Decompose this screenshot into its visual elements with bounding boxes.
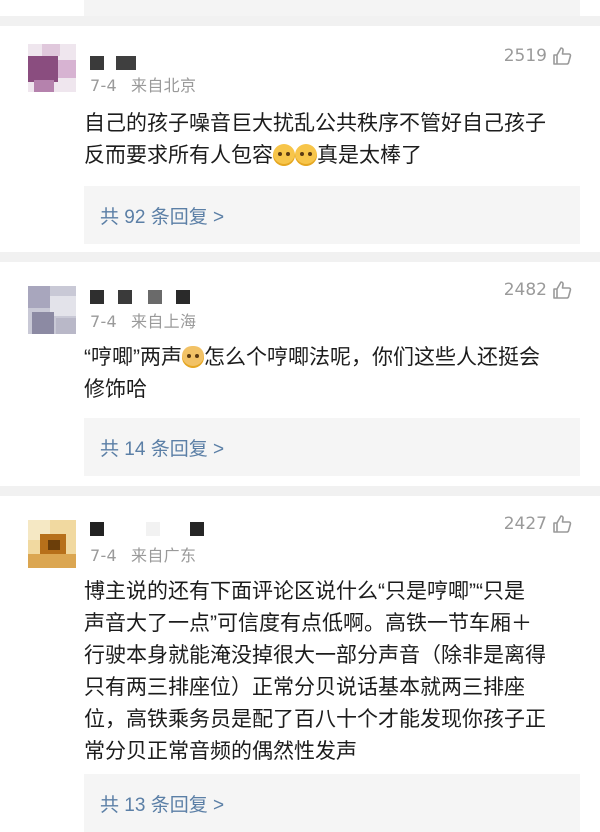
comment-line: “哼唧”两声 怎么个哼唧法呢，你们这些人还挺会 <box>84 342 584 374</box>
view-replies-link[interactable]: 共 14 条回复 > <box>100 434 224 461</box>
comment-text: “哼唧”两声 怎么个哼唧法呢，你们这些人还挺会 修饰哈 <box>84 342 584 406</box>
comment-date: 7-4 <box>90 76 118 95</box>
view-replies-link[interactable]: 共 92 条回复 > <box>100 202 224 229</box>
comment-divider <box>0 16 600 26</box>
like-count: 2482 <box>503 280 547 300</box>
doge-emoji-icon <box>182 346 204 368</box>
comment-text: 自己的孩子噪音巨大扰乱公共秩序不管好自己孩子 反而要求所有人包容 真是太棒了 <box>84 108 584 172</box>
comment-date: 7-4 <box>90 546 118 565</box>
username-redacted[interactable] <box>90 522 210 540</box>
comment-location: 来自上海 <box>131 312 197 331</box>
comment-line: 博主说的还有下面评论区说什么“只是哼唧”“只是 <box>84 580 525 603</box>
avatar[interactable] <box>28 286 76 334</box>
comment-location: 来自广东 <box>131 546 197 565</box>
previous-reply-box[interactable] <box>84 0 580 16</box>
comment-text-part: 反而要求所有人包容 <box>84 144 273 167</box>
like-button[interactable]: 2427 <box>504 514 572 534</box>
crying-laughing-emoji-icon <box>273 144 295 166</box>
like-count: 2519 <box>503 46 547 66</box>
comment-date: 7-4 <box>90 312 118 331</box>
comment-location: 来自北京 <box>131 76 197 95</box>
comment-text-part: 怎么个哼唧法呢，你们这些人还挺会 <box>204 346 540 369</box>
reply-thread-box[interactable]: 共 13 条回复 > <box>84 774 580 832</box>
username-redacted[interactable] <box>90 290 210 308</box>
comment-meta: 7-4 来自上海 <box>90 308 196 332</box>
comment-line: 位，高铁乘务员是配了百八十个才能发现你孩子正 <box>84 708 546 731</box>
reply-thread-box[interactable]: 共 14 条回复 > <box>84 418 580 476</box>
crying-laughing-emoji-icon <box>295 144 317 166</box>
comment-line: 反而要求所有人包容 真是太棒了 <box>84 140 584 172</box>
comment-line: 行驶本身就能淹没掉很大一部分声音（除非是离得 <box>84 644 546 667</box>
thumbs-up-icon <box>553 47 572 65</box>
comment-line: 自己的孩子噪音巨大扰乱公共秩序不管好自己孩子 <box>84 112 546 135</box>
like-button[interactable]: 2482 <box>504 280 572 300</box>
thumbs-up-icon <box>553 515 572 533</box>
comment-meta: 7-4 来自广东 <box>90 542 196 566</box>
comment-meta: 7-4 来自北京 <box>90 72 196 96</box>
view-replies-link[interactable]: 共 13 条回复 > <box>100 790 224 817</box>
comment-divider <box>0 486 600 496</box>
comment-line: 常分贝正常音频的偶然性发声 <box>84 740 357 763</box>
like-count: 2427 <box>503 514 547 534</box>
avatar[interactable] <box>28 520 76 568</box>
comment-divider <box>0 252 600 262</box>
reply-thread-box[interactable]: 共 92 条回复 > <box>84 186 580 244</box>
comment-text: 博主说的还有下面评论区说什么“只是哼唧”“只是 声音大了一点”可信度有点低啊。高… <box>84 576 584 768</box>
like-button[interactable]: 2519 <box>504 46 572 66</box>
avatar[interactable] <box>28 44 76 92</box>
comment-text-part: “哼唧”两声 <box>84 346 182 369</box>
comment-text-part: 真是太棒了 <box>317 144 422 167</box>
thumbs-up-icon <box>553 281 572 299</box>
comment-line: 修饰哈 <box>84 378 147 401</box>
comment-line: 声音大了一点”可信度有点低啊。高铁一节车厢＋ <box>84 612 532 635</box>
comment-line: 只有两三排座位）正常分贝说话基本就两三排座 <box>84 676 525 699</box>
